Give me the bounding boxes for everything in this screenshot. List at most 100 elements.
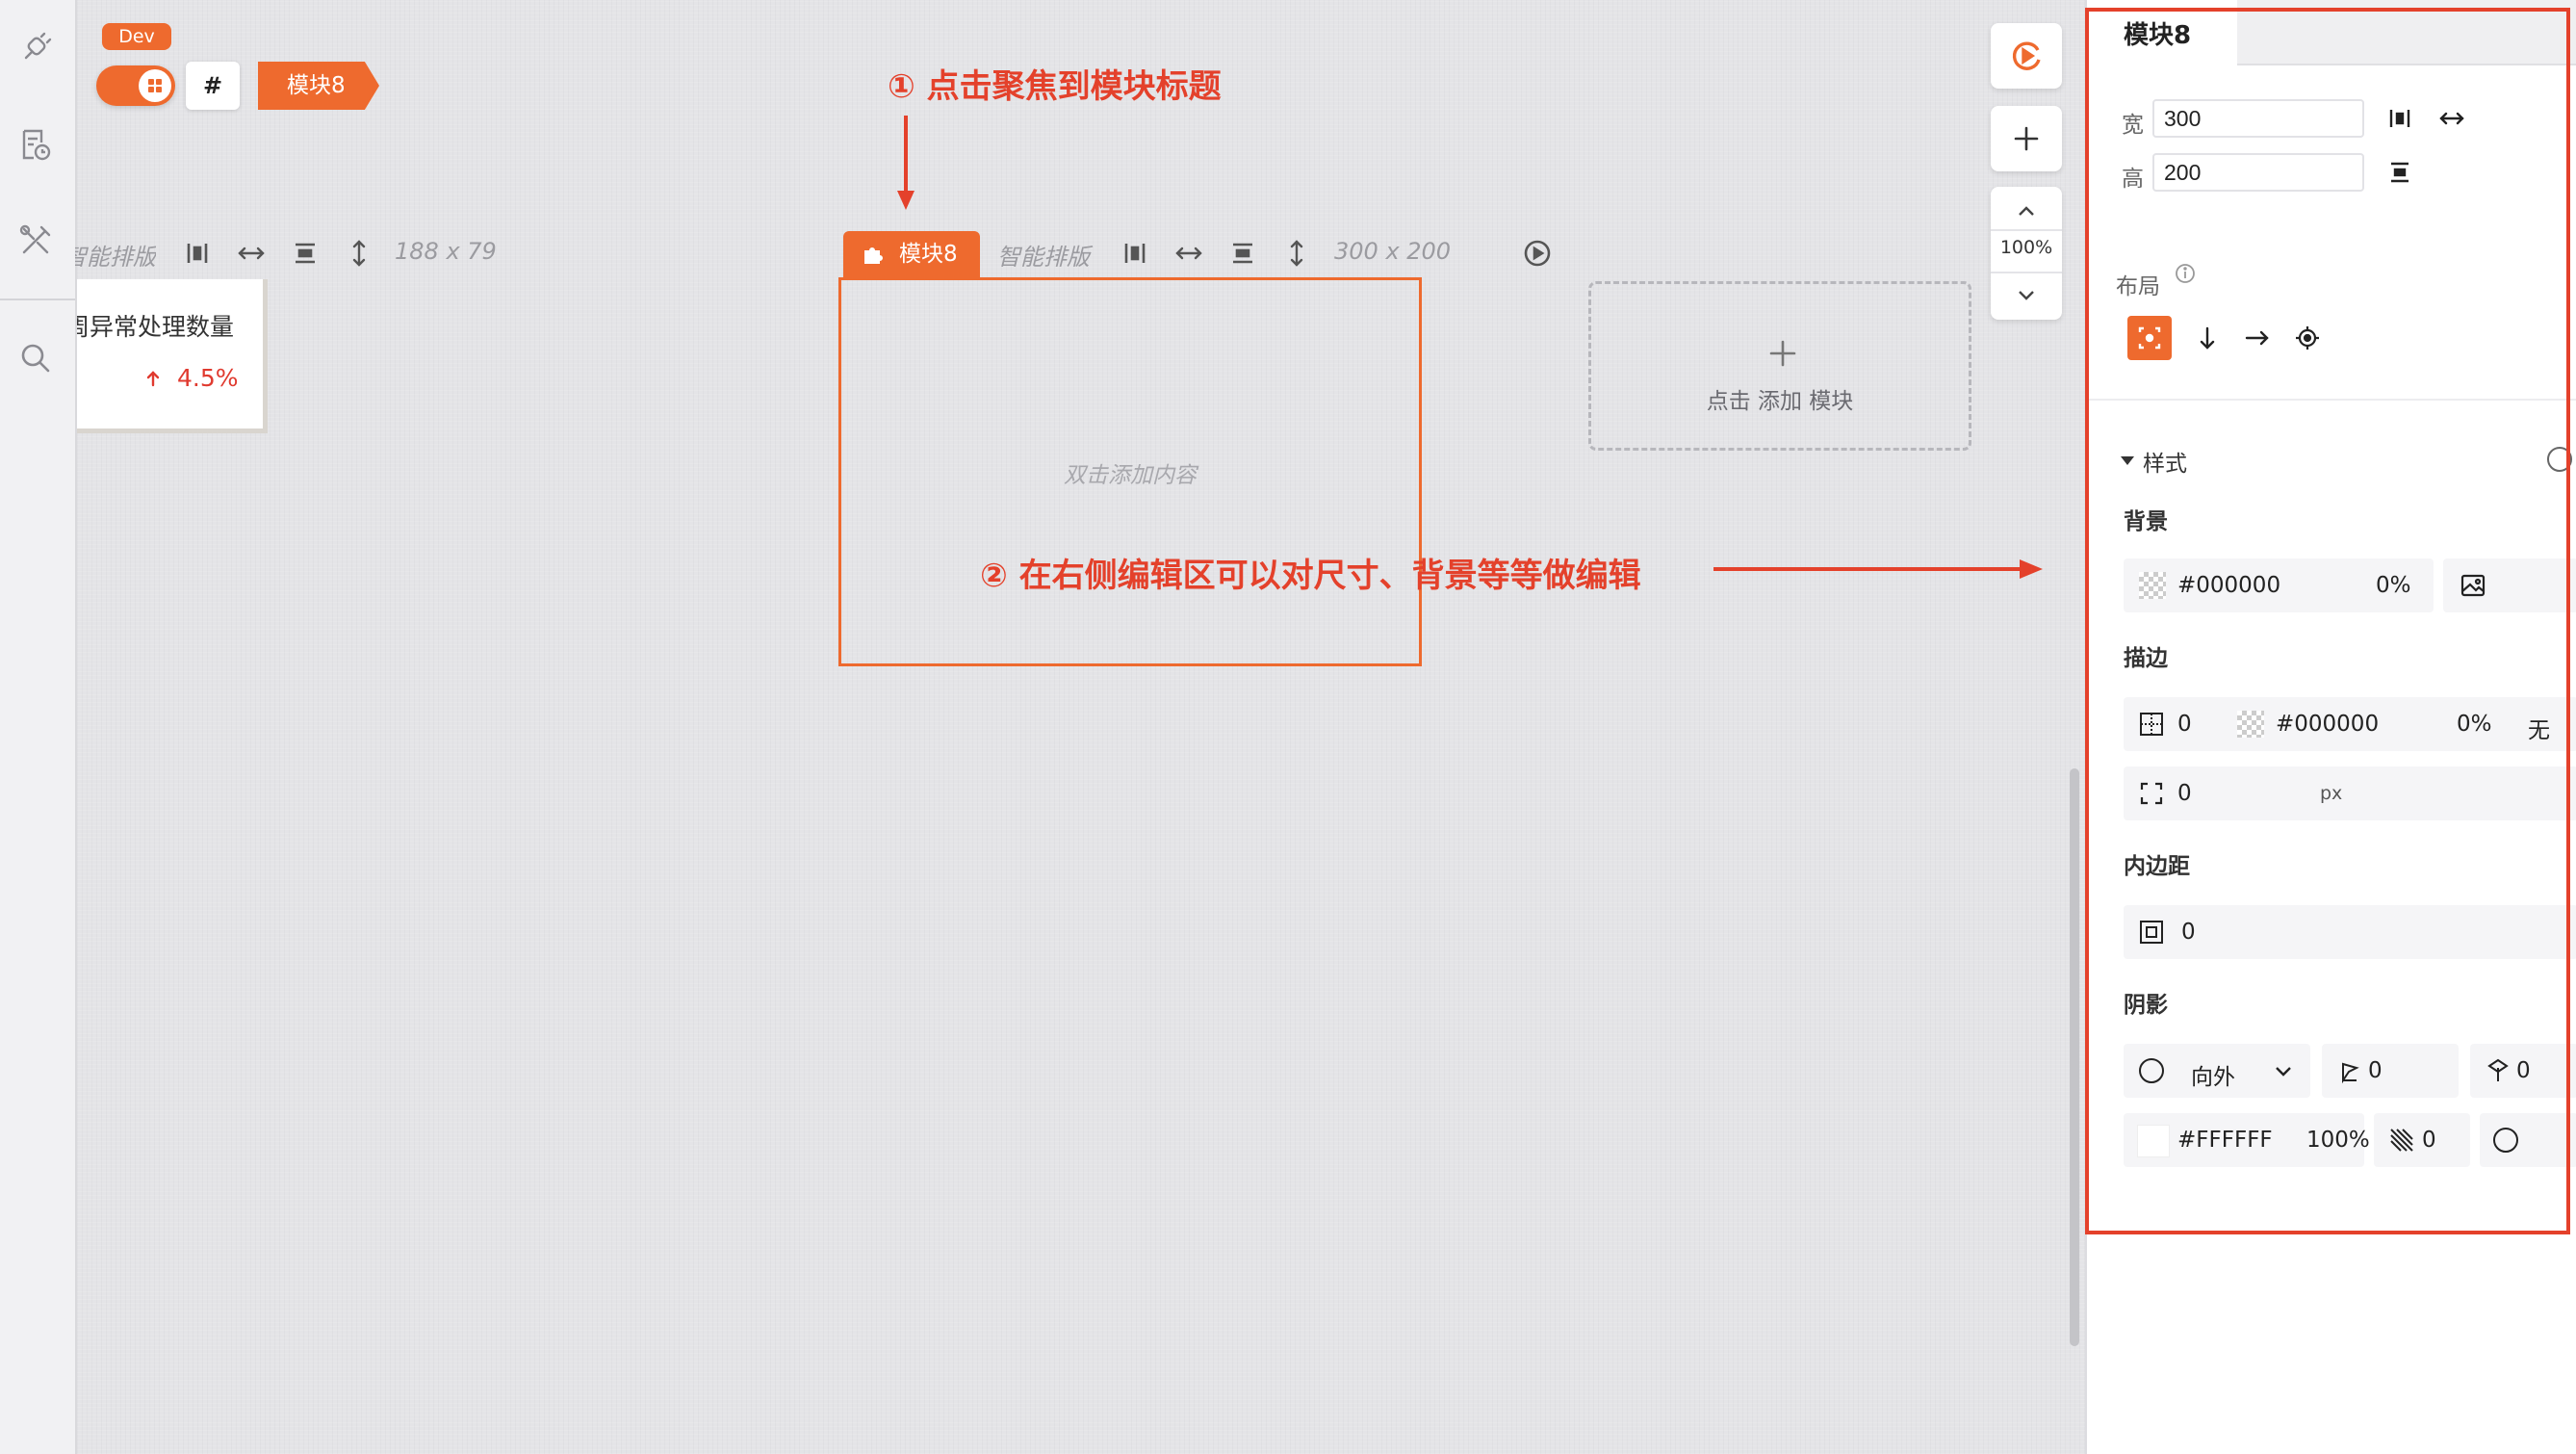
shadow-spread-icon bbox=[2493, 1128, 2518, 1153]
canvas-scrollbar[interactable] bbox=[2070, 768, 2079, 1346]
shadow-direction-select[interactable]: 向外 bbox=[2124, 1044, 2310, 1098]
property-panel: 模块8 宽 高 布局 样式 背景 #000000 0% bbox=[2085, 0, 2576, 1454]
distribute-vertical-icon[interactable] bbox=[1226, 237, 1259, 270]
module8-title-label: 模块8 bbox=[899, 242, 958, 267]
zoom-level: 100% bbox=[1999, 237, 2053, 258]
stretch-width-icon[interactable] bbox=[2437, 104, 2466, 133]
stroke-opacity-value: 0% bbox=[2457, 712, 2492, 737]
arrow-down-layout-icon[interactable] bbox=[2193, 324, 2222, 352]
info-icon[interactable] bbox=[2174, 262, 2197, 285]
width-label: 宽 bbox=[2122, 113, 2144, 138]
metric-card[interactable]: 周异常处理数量 4.5% bbox=[77, 279, 268, 433]
shadow-color-swatch bbox=[2137, 1125, 2170, 1157]
shadow-color-field[interactable]: #FFFFFF 100% bbox=[2124, 1113, 2370, 1167]
panel-tabs: 模块8 bbox=[2087, 0, 2576, 65]
search-icon[interactable] bbox=[16, 339, 55, 377]
layout-free-button[interactable] bbox=[2127, 316, 2172, 360]
plus-icon bbox=[2013, 125, 2040, 152]
caret-down-icon[interactable] bbox=[2118, 451, 2137, 470]
distribute-horizontal-icon[interactable] bbox=[181, 237, 214, 270]
background-color-value: #000000 bbox=[2177, 573, 2281, 598]
annotation-arrow-right bbox=[1713, 557, 2045, 582]
radius-field[interactable]: 0 px bbox=[2124, 766, 2576, 820]
left-smart-layout-label[interactable]: 智能排版 bbox=[75, 238, 156, 272]
add-module-button[interactable]: 点击 添加 模块 bbox=[1588, 281, 1971, 451]
arrow-up-icon bbox=[142, 368, 164, 389]
distribute-horizontal-icon[interactable] bbox=[2385, 104, 2414, 133]
smart-layout-label[interactable]: 智能排版 bbox=[997, 238, 1090, 272]
padding-icon bbox=[2137, 918, 2166, 947]
preview-button[interactable] bbox=[1991, 23, 2062, 89]
left-rail bbox=[0, 0, 77, 1454]
corner-radius-icon bbox=[2137, 779, 2166, 808]
grid-icon bbox=[148, 79, 162, 92]
distribute-vertical-icon[interactable] bbox=[289, 237, 322, 270]
empty-content-placeholder: 双击添加内容 bbox=[1064, 463, 1197, 488]
shadow-y-field[interactable]: 0 bbox=[2470, 1044, 2576, 1098]
module-size: 300 x 200 bbox=[1334, 238, 1452, 265]
distribute-vertical-icon[interactable] bbox=[2385, 158, 2414, 187]
padding-value: 0 bbox=[2181, 920, 2196, 945]
stroke-color-value: #000000 bbox=[2276, 712, 2380, 737]
tools-icon[interactable] bbox=[16, 221, 55, 260]
background-color-field[interactable]: #000000 0% bbox=[2124, 558, 2434, 612]
zoom-out-chevron-down-icon[interactable] bbox=[2015, 283, 2038, 306]
metric-card-value: 4.5% bbox=[177, 364, 239, 392]
module8-title-tab[interactable]: 模块8 bbox=[843, 231, 980, 277]
padding-label: 内边距 bbox=[2124, 854, 2190, 879]
annotation-arrow-down bbox=[895, 116, 916, 212]
document-clock-icon[interactable] bbox=[16, 125, 55, 164]
transparent-swatch bbox=[2237, 711, 2264, 738]
add-module-label: 点击 添加 模块 bbox=[1706, 389, 1854, 414]
design-canvas[interactable] bbox=[77, 0, 2085, 1454]
stretch-height-icon[interactable] bbox=[343, 237, 375, 270]
hash-button[interactable]: # bbox=[186, 62, 240, 110]
panel-tab-label: 模块8 bbox=[2124, 21, 2192, 50]
shadow-spread-field[interactable] bbox=[2480, 1113, 2576, 1167]
stretch-width-icon[interactable] bbox=[1172, 237, 1205, 270]
left-module-size: 188 x 79 bbox=[395, 238, 497, 265]
free-layout-icon bbox=[2138, 326, 2161, 350]
metric-card-title: 周异常处理数量 bbox=[65, 313, 235, 341]
shadow-blur-icon bbox=[2387, 1126, 2416, 1155]
target-layout-icon[interactable] bbox=[2293, 324, 2322, 352]
zoom-in-chevron-up-icon[interactable] bbox=[2015, 200, 2038, 223]
shadow-opacity-value: 100% bbox=[2306, 1128, 2370, 1153]
shadow-circle-icon bbox=[2139, 1058, 2164, 1083]
shadow-y-value: 0 bbox=[2516, 1058, 2531, 1083]
zoom-control: 100% bbox=[1991, 187, 2062, 320]
stretch-height-icon[interactable] bbox=[1280, 237, 1313, 270]
arrow-right-layout-icon[interactable] bbox=[2243, 324, 2272, 352]
env-badge: Dev bbox=[102, 23, 171, 50]
play-circle-icon[interactable] bbox=[1521, 237, 1554, 270]
radius-value: 0 bbox=[2177, 781, 2192, 806]
stroke-field[interactable]: 0 #000000 0% 无 bbox=[2124, 697, 2576, 751]
plus-icon bbox=[1767, 338, 1798, 369]
shadow-x-value: 0 bbox=[2368, 1058, 2383, 1083]
shadow-offset-x-icon bbox=[2335, 1056, 2364, 1085]
style-section-label[interactable]: 样式 bbox=[2143, 445, 2187, 478]
puzzle-icon bbox=[861, 243, 886, 268]
background-image-button[interactable] bbox=[2443, 558, 2576, 612]
border-width-icon bbox=[2137, 710, 2166, 739]
shadow-direction-value: 向外 bbox=[2191, 1065, 2235, 1090]
width-input[interactable] bbox=[2152, 99, 2364, 138]
image-icon bbox=[2459, 571, 2487, 600]
panel-tab-module8[interactable]: 模块8 bbox=[2087, 0, 2237, 65]
breadcrumb-module[interactable]: 模块8 bbox=[258, 62, 379, 110]
style-reset-icon[interactable] bbox=[2547, 447, 2572, 472]
plug-icon[interactable] bbox=[16, 29, 55, 67]
stretch-width-icon[interactable] bbox=[235, 237, 268, 270]
shadow-blur-field[interactable]: 0 bbox=[2374, 1113, 2470, 1167]
distribute-horizontal-icon[interactable] bbox=[1119, 237, 1151, 270]
annotation-step2: ② 在右侧编辑区可以对尺寸、背景等等做编辑 bbox=[980, 557, 1641, 595]
shadow-offset-y-icon bbox=[2484, 1056, 2512, 1085]
add-button[interactable] bbox=[1991, 106, 2062, 171]
height-input[interactable] bbox=[2152, 153, 2364, 192]
view-toggle[interactable] bbox=[96, 65, 175, 106]
shadow-x-field[interactable]: 0 bbox=[2322, 1044, 2459, 1098]
padding-field[interactable]: 0 bbox=[2124, 905, 2576, 959]
shadow-color-value: #FFFFFF bbox=[2177, 1128, 2273, 1153]
shadow-label: 阴影 bbox=[2124, 993, 2168, 1018]
height-label: 高 bbox=[2122, 167, 2144, 192]
